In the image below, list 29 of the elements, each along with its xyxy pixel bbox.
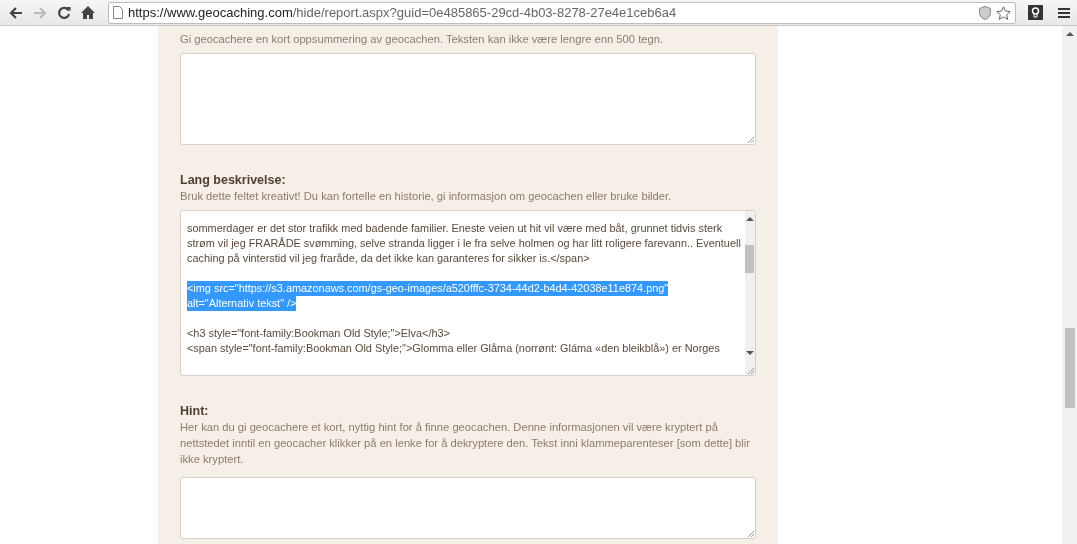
long-description-field[interactable] xyxy=(180,210,756,376)
menu-icon[interactable] xyxy=(1057,6,1071,19)
text-line: <span style="font-family:Bookman Old Style;">Glomma eller Glåma (norrønt: Gláma «den bleikblå») er Norges xyxy=(187,341,720,356)
page-icon xyxy=(113,6,123,19)
address-bar[interactable]: https://www.geocaching.com/hide/report.aspx?guid=0e485865-29cd-4b03-8278-27e4e1ceb6a4 xyxy=(108,1,1016,24)
hint-field[interactable] xyxy=(180,477,756,539)
scroll-up-icon[interactable] xyxy=(745,215,754,223)
short-description-field[interactable] xyxy=(180,53,756,145)
resize-grip-icon[interactable] xyxy=(747,367,754,374)
field-label: Lang beskrivelse: xyxy=(180,173,287,187)
text-line: strøm vil jeg FRARÅDE svømming, selve stranda ligger i le fra selve holmen og har litt roligere farevann.. Eventuell xyxy=(187,236,741,251)
field-help-text: Gi geocachere en kort oppsummering av geocachen. Teksten kan ikke være lengre enn 500 tegn. xyxy=(180,32,664,47)
page-scrollbar[interactable] xyxy=(1062,26,1077,544)
resize-grip-icon[interactable] xyxy=(747,136,754,143)
scrollbar-thumb[interactable] xyxy=(745,245,755,273)
field-help-text: Bruk dette feltet kreativt! Du kan fortelle en historie, gi informasjon om geocachen eller bruke bilder. xyxy=(180,189,673,204)
text-line: caching på vinterstid vil jeg fraråde, da det ikke kan garanteres for sikker is.</span> xyxy=(187,251,590,266)
text-line: <h3 style="font-family:Bookman Old Style;">Elva</h3> xyxy=(187,326,450,341)
scrollbar-thumb[interactable] xyxy=(1064,328,1075,408)
shield-icon[interactable] xyxy=(979,5,991,20)
scrollbar[interactable] xyxy=(744,211,755,375)
field-help-text: Her kan du gi geocachere et kort, nyttig hint for å finne geocachen. Denne informasjonen vil være kryptert på nettstedet inntil en geocacher klikker på en lenke for å dekryptere den. Tekst inni klammeparenteser [som dette] blir ikke kryptert. xyxy=(180,420,752,467)
scroll-down-icon[interactable] xyxy=(745,349,754,357)
field-label: Hint: xyxy=(180,404,210,418)
resize-grip-icon[interactable] xyxy=(747,530,754,537)
star-icon[interactable] xyxy=(996,5,1011,20)
extension-icon[interactable] xyxy=(1028,5,1043,20)
scroll-up-icon[interactable] xyxy=(1065,30,1074,38)
text-line: sommerdager er det stor trafikk med badende familier. Eneste veien ut hit vil være med båt, grunnet tidvis sterk xyxy=(187,221,723,236)
